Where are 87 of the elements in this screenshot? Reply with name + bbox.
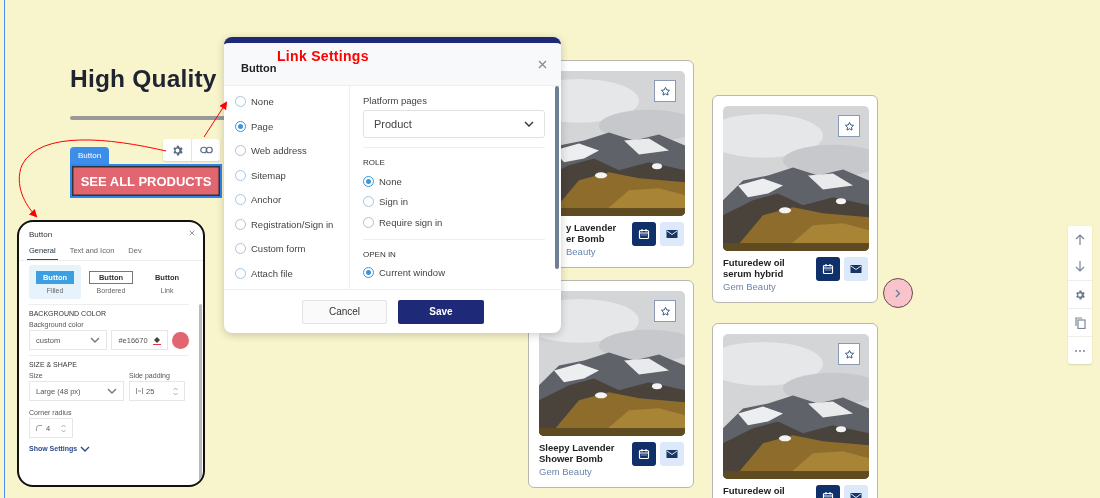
star-icon <box>659 85 671 97</box>
favorite-button[interactable] <box>654 300 676 322</box>
scrollbar[interactable] <box>555 86 559 269</box>
copy-icon[interactable] <box>1074 316 1086 329</box>
product-title: Sleepy Lavender <box>539 442 616 453</box>
radio-option[interactable]: Attach file <box>235 264 349 282</box>
radio-option[interactable]: None <box>235 93 349 110</box>
section-heading: ROLE <box>363 158 386 167</box>
arrow-down-icon[interactable] <box>1075 261 1085 272</box>
chevron-down-icon <box>107 388 117 394</box>
mail-button[interactable] <box>660 442 684 466</box>
product-title: Shower Bomb <box>539 453 604 464</box>
stepper-icon[interactable] <box>173 386 178 396</box>
radio-option[interactable]: Registration/Sign in <box>235 215 349 233</box>
section-heading: OPEN IN <box>363 249 397 259</box>
radio-icon[interactable] <box>235 96 246 107</box>
favorite-button[interactable] <box>654 80 676 102</box>
color-swatch[interactable] <box>172 331 189 349</box>
favorite-button[interactable] <box>838 343 860 365</box>
element-tag: Button <box>70 147 110 164</box>
section-heading: High Quality <box>70 64 217 94</box>
brand-name: Gem Beauty <box>723 281 777 292</box>
close-icon[interactable] <box>189 230 195 236</box>
annotation-arrow <box>203 101 228 138</box>
calendar-icon <box>822 263 834 275</box>
mail-icon <box>666 229 678 239</box>
annotation-label: Link Settings <box>277 48 369 64</box>
padding-icon <box>136 388 143 394</box>
mail-icon <box>666 449 678 459</box>
brand-name: Gem Beauty <box>539 466 593 477</box>
radio-option[interactable]: None <box>363 174 545 188</box>
radio-option[interactable]: Page <box>235 117 349 135</box>
field-label: Platform pages <box>363 95 428 106</box>
radio-icon[interactable] <box>235 169 246 181</box>
product-title: y Lavender <box>566 222 618 233</box>
calendar-button[interactable] <box>632 442 656 466</box>
save-button[interactable]: Save <box>398 299 484 324</box>
platform-pages-select[interactable]: Product <box>363 110 545 138</box>
radio-icon[interactable] <box>235 120 246 132</box>
paint-bucket-icon <box>153 335 162 345</box>
stepper-icon[interactable] <box>61 423 66 433</box>
radio-option[interactable]: Sign in <box>363 194 545 209</box>
star-icon <box>659 305 671 317</box>
chevron-right-icon <box>895 288 901 298</box>
calendar-icon <box>638 448 650 460</box>
corner-icon <box>36 425 42 431</box>
star-icon <box>843 348 855 360</box>
calendar-icon <box>638 228 650 240</box>
brand-name: Beauty <box>566 246 597 257</box>
chevron-down-icon <box>80 445 91 452</box>
radio-option[interactable]: Require sign in <box>363 215 545 229</box>
product-title: er Bomb <box>566 233 606 244</box>
panel-title: Button <box>29 230 53 239</box>
radio-icon[interactable] <box>235 145 246 156</box>
more-icon[interactable] <box>1075 349 1085 352</box>
mail-icon <box>850 264 862 274</box>
mail-button[interactable] <box>844 257 868 281</box>
mail-button[interactable] <box>660 222 684 246</box>
cancel-button[interactable]: Cancel <box>302 299 387 324</box>
radio-option[interactable]: Custom form <box>235 240 349 257</box>
link-icon[interactable] <box>199 146 213 154</box>
dialog-title: Button <box>241 62 277 74</box>
radio-icon[interactable] <box>235 194 246 205</box>
radio-option[interactable]: Anchor <box>235 191 349 208</box>
radio-option[interactable]: Web address <box>235 142 349 159</box>
radio-option[interactable]: Sitemap <box>235 166 349 184</box>
radio-icon[interactable] <box>363 175 374 187</box>
arrow-up-icon[interactable] <box>1075 234 1085 245</box>
star-icon <box>843 120 855 132</box>
radio-icon[interactable] <box>363 216 374 228</box>
radio-icon[interactable] <box>235 243 246 254</box>
product-title: Futuredew oil <box>723 257 786 268</box>
radio-icon[interactable] <box>363 267 374 278</box>
chevron-down-icon <box>524 121 534 127</box>
favorite-button[interactable] <box>838 115 860 137</box>
radio-icon[interactable] <box>235 218 246 230</box>
product-title: Futuredew oil <box>723 485 786 496</box>
close-icon[interactable] <box>538 59 547 69</box>
radio-option[interactable]: Current window <box>363 265 545 280</box>
product-title: serum hybrid <box>723 268 785 279</box>
next-button[interactable] <box>883 278 913 308</box>
calendar-button[interactable] <box>632 222 656 246</box>
radio-icon[interactable] <box>235 267 246 279</box>
chevron-down-icon <box>90 337 101 343</box>
calendar-button[interactable] <box>816 257 840 281</box>
settings-icon[interactable] <box>1074 288 1086 301</box>
radio-icon[interactable] <box>363 196 374 207</box>
